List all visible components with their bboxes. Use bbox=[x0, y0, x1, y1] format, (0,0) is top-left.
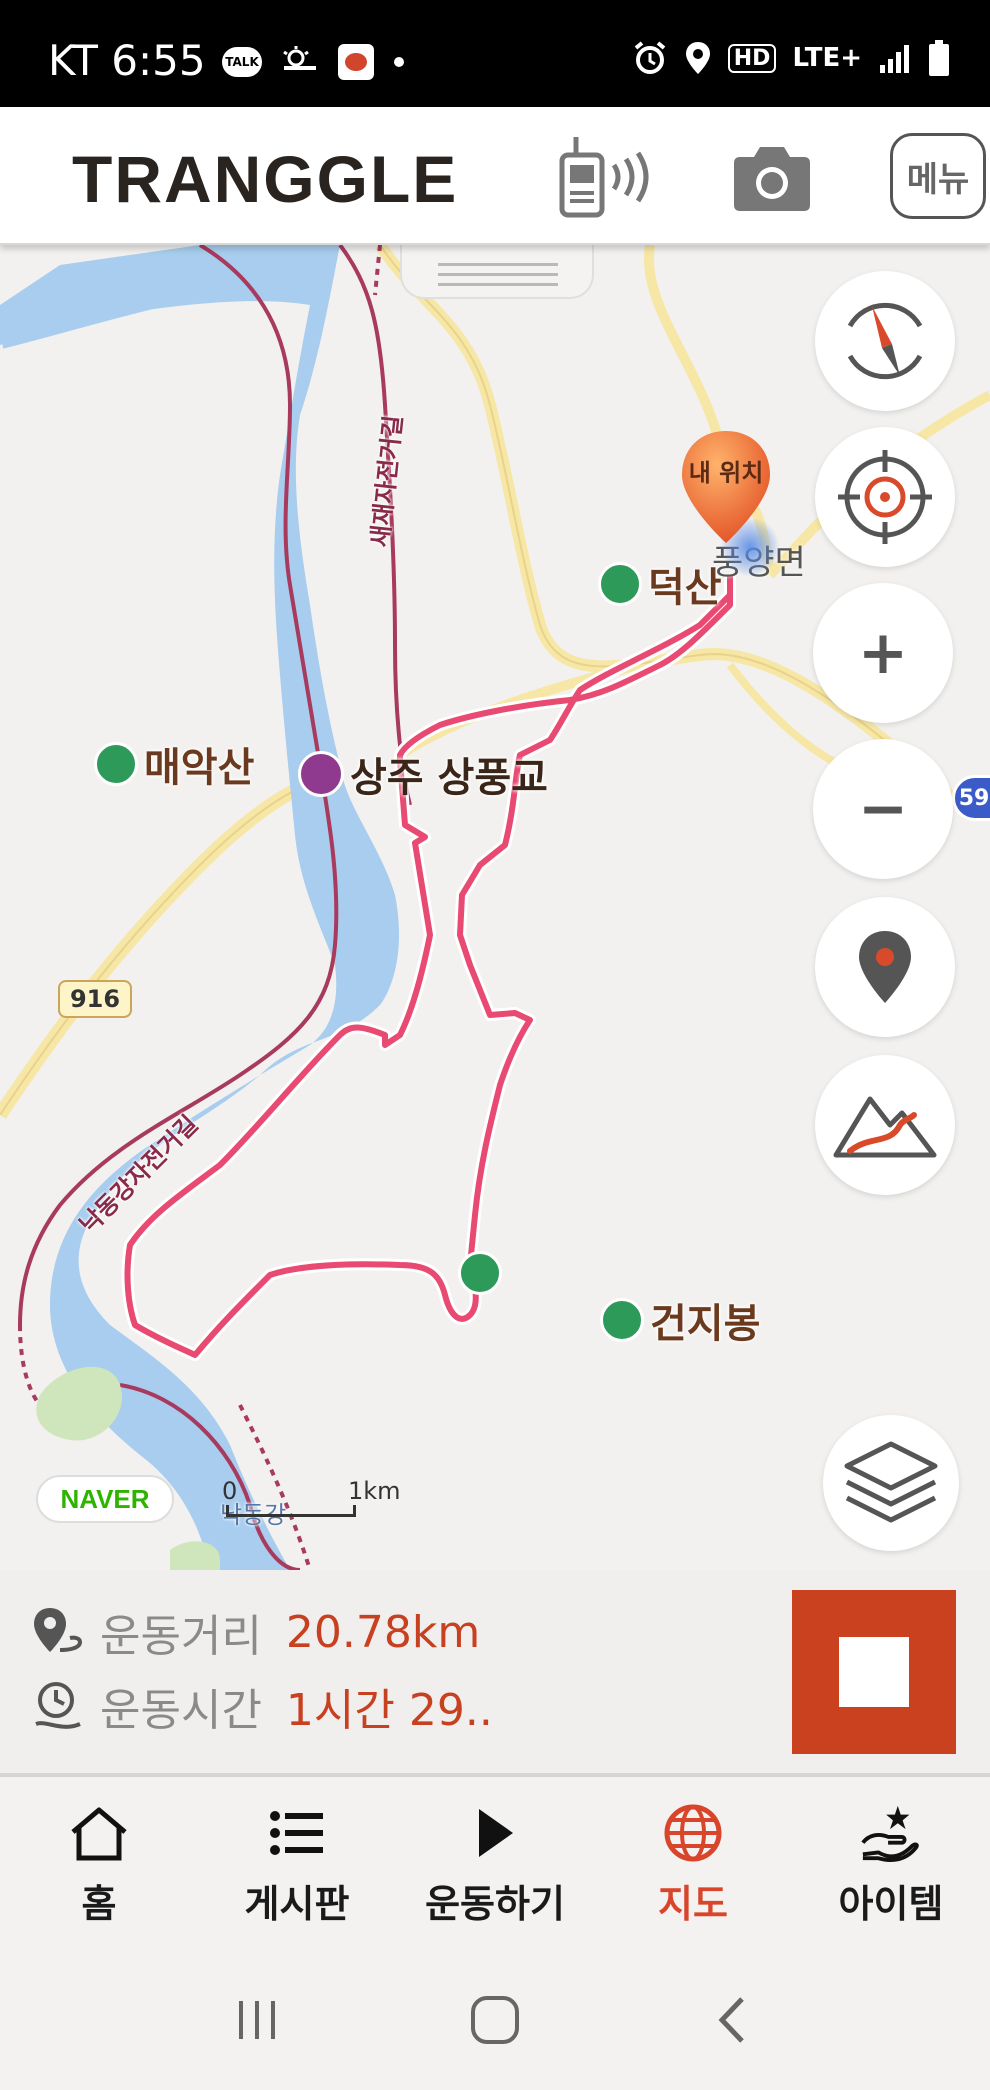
mountain-icon[interactable] bbox=[458, 1251, 502, 1295]
map-label-geonjibong[interactable]: 건지봉 bbox=[600, 1291, 760, 1349]
mountain-icon bbox=[600, 1298, 644, 1342]
camera-button[interactable] bbox=[730, 143, 814, 213]
globe-icon bbox=[664, 1804, 722, 1862]
back-chevron-icon bbox=[718, 1997, 744, 2043]
distance-row: 운동거리 20.78km bbox=[30, 1600, 480, 1664]
distance-label: 운동거리 bbox=[100, 1611, 262, 1662]
home-system-button[interactable] bbox=[455, 1980, 535, 2060]
nav-label-home: 홈 bbox=[81, 1882, 117, 1926]
map-label-deoksan[interactable]: 덕산 bbox=[598, 555, 722, 613]
nav-item-map[interactable]: 지도 bbox=[594, 1777, 792, 1950]
item-hand-icon bbox=[861, 1805, 919, 1862]
list-icon bbox=[270, 1811, 323, 1855]
elevation-profile-button[interactable] bbox=[815, 1055, 955, 1195]
map-drag-handle[interactable] bbox=[400, 245, 594, 299]
my-location-label: 내 위치 bbox=[688, 459, 764, 487]
place-pin-icon bbox=[859, 931, 911, 1003]
nav-label-workout: 운동하기 bbox=[425, 1882, 565, 1926]
zoom-out-button[interactable]: − bbox=[813, 739, 953, 879]
stop-icon bbox=[839, 1637, 909, 1707]
zoom-in-button[interactable]: + bbox=[813, 583, 953, 723]
location-icon bbox=[685, 42, 710, 74]
locate-me-button[interactable] bbox=[815, 427, 955, 567]
nav-label-map: 지도 bbox=[658, 1882, 728, 1926]
time-label: 운동시간 bbox=[100, 1685, 262, 1736]
map-scale-bar: 0 1km bbox=[218, 1477, 401, 1517]
play-icon bbox=[479, 1809, 513, 1857]
map-label-maeaksan[interactable]: 매악산 bbox=[94, 735, 254, 793]
my-location-marker[interactable]: 내 위치 bbox=[676, 427, 776, 547]
carrier-time: KT 6:55 bbox=[48, 36, 206, 85]
nav-label-board: 게시판 bbox=[244, 1882, 350, 1926]
nav-label-items: 아이템 bbox=[838, 1882, 944, 1926]
time-row: 운동시간 1시간 29.. bbox=[30, 1674, 493, 1738]
nav-item-workout[interactable]: 운동하기 bbox=[396, 1777, 594, 1950]
scale-end: 1km bbox=[348, 1477, 401, 1505]
system-icons: HD LTE+ bbox=[632, 40, 950, 76]
weather-icon bbox=[283, 46, 316, 70]
layers-icon bbox=[844, 1441, 938, 1523]
route-distance-icon bbox=[34, 1608, 83, 1652]
kakaotalk-icon: TALK bbox=[222, 47, 262, 77]
network-type: LTE+ bbox=[792, 43, 862, 73]
tranggle-app-icon bbox=[338, 44, 374, 80]
place-marker-button[interactable] bbox=[815, 897, 955, 1037]
mountain-route-icon bbox=[833, 1096, 937, 1158]
recent-apps-button[interactable] bbox=[218, 1980, 298, 2060]
home-icon bbox=[71, 1807, 127, 1861]
dot-icon bbox=[394, 57, 404, 67]
status-bar: KT 6:55 TALK HD LTE+ bbox=[0, 0, 990, 107]
alarm-icon bbox=[634, 41, 666, 74]
tranggle-logo[interactable]: TRANGGLE bbox=[72, 141, 458, 217]
walkie-talkie-icon bbox=[559, 137, 649, 218]
menu-button[interactable]: 메뉴 bbox=[890, 133, 986, 219]
workout-stats-panel: 운동거리 20.78km 운동시간 1시간 29.. bbox=[0, 1570, 990, 1775]
compass-button[interactable] bbox=[815, 271, 955, 411]
compass-icon bbox=[847, 302, 923, 380]
map-label-sangpung-bridge[interactable]: 상주 상풍교 bbox=[298, 745, 548, 803]
mountain-icon bbox=[94, 742, 138, 786]
crosshair-icon bbox=[838, 450, 932, 544]
road-59-badge: 59 bbox=[952, 775, 990, 821]
battery-icon bbox=[929, 40, 949, 76]
clock-route-icon bbox=[35, 1682, 81, 1729]
walkie-talkie-button[interactable] bbox=[556, 135, 660, 219]
mountain-icon bbox=[598, 562, 642, 606]
nav-item-items[interactable]: 아이템 bbox=[792, 1777, 990, 1950]
naver-logo[interactable]: NAVER bbox=[36, 1475, 174, 1523]
home-square-icon bbox=[470, 1996, 519, 2044]
recents-icon bbox=[239, 2001, 276, 2039]
nav-item-board[interactable]: 게시판 bbox=[198, 1777, 396, 1950]
minus-icon: − bbox=[857, 774, 909, 844]
map-layers-button[interactable] bbox=[823, 1415, 959, 1551]
bicycle-icon bbox=[298, 751, 344, 797]
hd-voice-icon: HD bbox=[727, 43, 777, 73]
time-value: 1시간 29.. bbox=[285, 1685, 493, 1736]
bottom-navigation: 홈 게시판 운동하기 지도 아이템 bbox=[0, 1775, 990, 1950]
plus-icon: + bbox=[857, 618, 909, 688]
distance-value: 20.78km bbox=[285, 1606, 481, 1658]
notification-icons: TALK bbox=[222, 44, 406, 80]
carrier-time-text: KT 6:55 bbox=[48, 36, 206, 85]
road-916-badge: 916 bbox=[58, 980, 132, 1018]
scale-start: 0 bbox=[222, 1477, 238, 1505]
stop-workout-button[interactable] bbox=[792, 1590, 956, 1754]
map-view[interactable]: 덕산 매악산 상주 상풍교 건지봉 풍양면 새재자전거길 낙동강자전거길 낙동강… bbox=[0, 245, 990, 1570]
system-navigation-bar bbox=[0, 1950, 990, 2090]
app-header: TRANGGLE 메뉴 bbox=[0, 107, 990, 245]
camera-icon bbox=[734, 147, 810, 211]
signal-icon bbox=[880, 45, 909, 73]
app-root: KT 6:55 TALK HD LTE+ TRANGGLE 메뉴 덕산 매악산 … bbox=[0, 0, 990, 2090]
back-button[interactable] bbox=[692, 1980, 772, 2060]
nav-item-home[interactable]: 홈 bbox=[0, 1777, 198, 1950]
